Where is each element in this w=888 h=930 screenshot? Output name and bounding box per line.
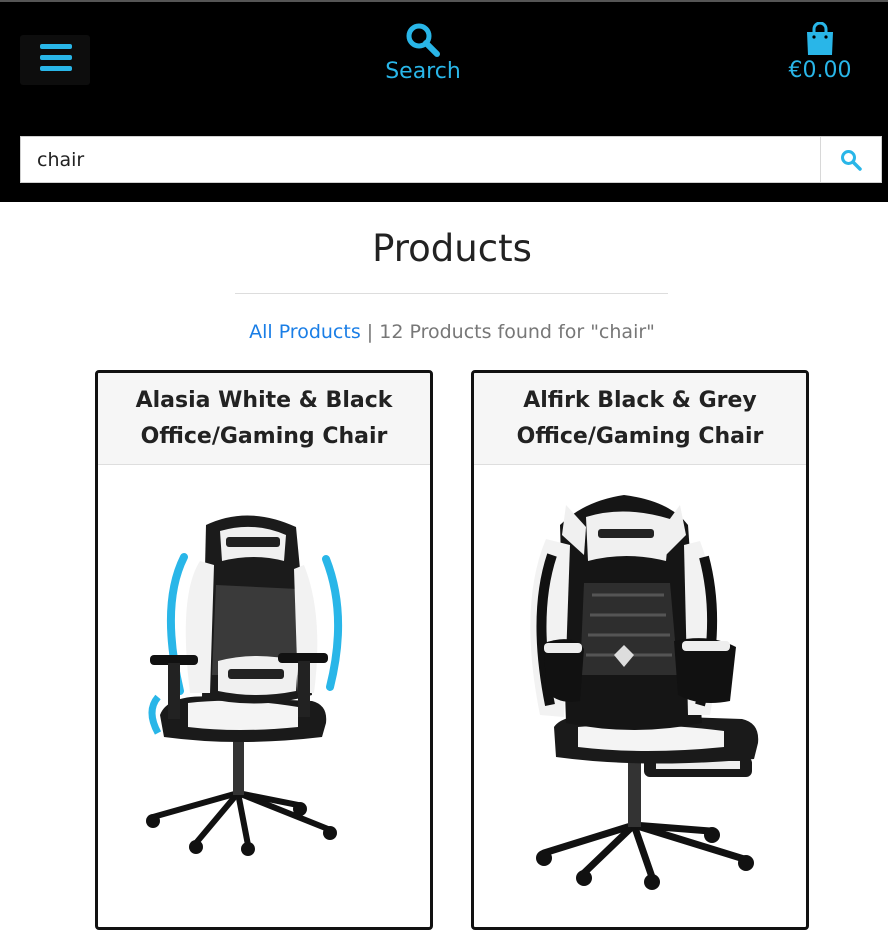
results-summary: All Products | 12 Products found for "ch…	[0, 321, 888, 343]
title-divider	[235, 293, 668, 294]
page-title: Products	[372, 227, 532, 270]
cart-total: €0.00	[788, 58, 852, 83]
product-card-header: Alasia White & Black Office/Gaming Chair	[98, 373, 430, 465]
product-card[interactable]: Alfirk Black & Grey Office/Gaming Chair	[471, 370, 809, 930]
search-icon	[841, 149, 862, 171]
results-count-text: 12 Products found for "chair"	[379, 321, 655, 343]
product-card[interactable]: Alasia White & Black Office/Gaming Chair	[95, 370, 433, 930]
search-icon	[406, 23, 440, 57]
product-name[interactable]: Alasia White & Black Office/Gaming Chair	[108, 383, 420, 455]
search-form	[20, 136, 882, 183]
gaming-chair-white-black-icon	[146, 515, 343, 856]
shopping-bag-icon	[807, 22, 833, 55]
menu-icon-bar	[40, 66, 72, 71]
cart-link[interactable]: €0.00	[772, 22, 868, 92]
gaming-chair-black-grey-icon	[530, 495, 759, 890]
product-image[interactable]	[474, 465, 806, 905]
search-nav-label: Search	[385, 59, 461, 84]
menu-icon-bar	[40, 55, 72, 60]
search-nav-link[interactable]: Search	[372, 22, 474, 92]
menu-button[interactable]	[20, 35, 90, 85]
product-name[interactable]: Alfirk Black & Grey Office/Gaming Chair	[484, 383, 796, 455]
menu-icon	[40, 44, 72, 49]
all-products-link[interactable]: All Products	[249, 321, 361, 343]
search-submit-button[interactable]	[820, 137, 881, 182]
summary-separator: |	[366, 321, 374, 343]
product-image[interactable]	[98, 465, 430, 905]
product-card-header: Alfirk Black & Grey Office/Gaming Chair	[474, 373, 806, 465]
site-header: Search €0.00	[0, 2, 888, 202]
search-input[interactable]	[21, 137, 821, 182]
